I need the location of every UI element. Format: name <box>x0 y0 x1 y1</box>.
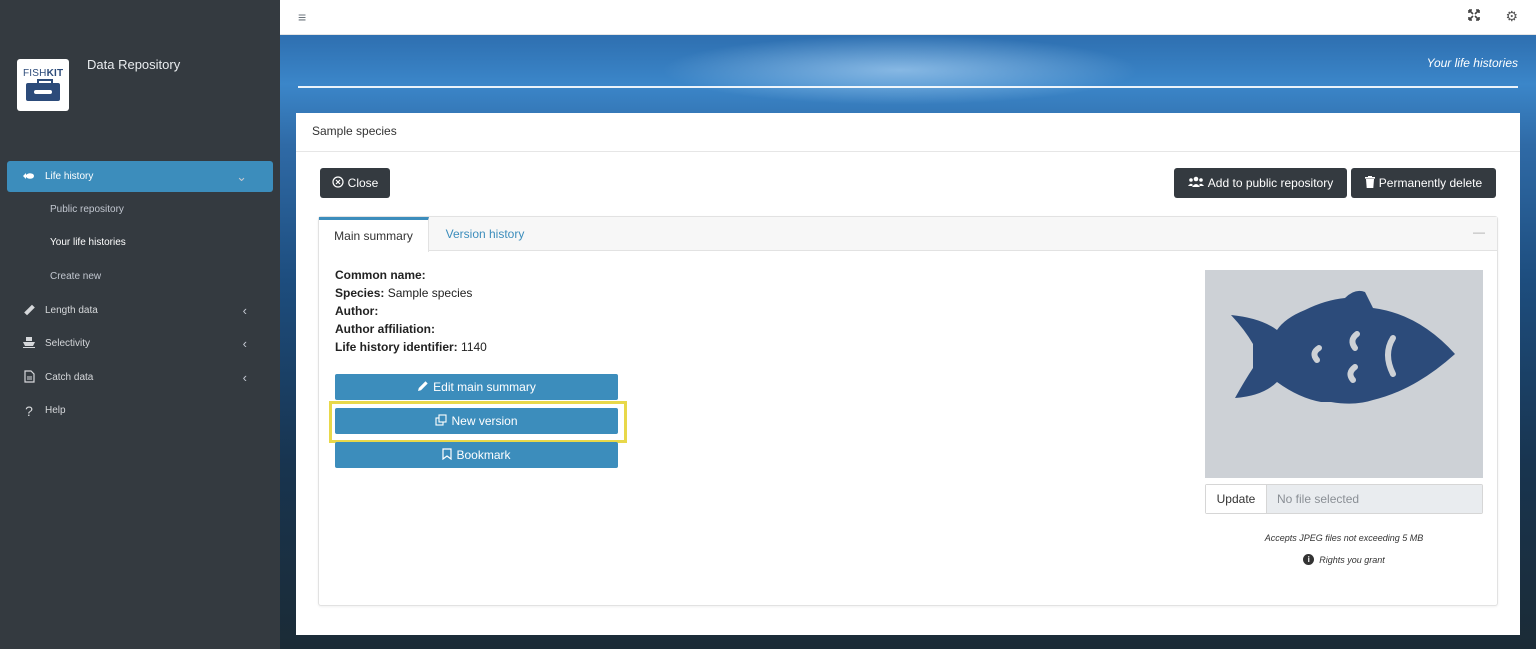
bookmark-icon <box>442 447 453 463</box>
minus-icon[interactable]: — <box>1473 225 1485 239</box>
bookmark-label: Bookmark <box>456 448 511 462</box>
card-header: Sample species <box>296 113 1520 152</box>
common-name-field: Common name: <box>335 268 426 282</box>
pencil-icon <box>417 380 429 395</box>
logo-text: FISHKIT <box>23 68 64 79</box>
tab-version-history[interactable]: Version history <box>429 217 541 251</box>
rights-label: Rights you grant <box>1319 554 1385 565</box>
app-title: Data Repository <box>87 57 181 72</box>
add-to-public-repository-button[interactable]: Add to public repository <box>1174 168 1347 198</box>
hamburger-icon[interactable]: ≡ <box>298 9 306 25</box>
topbar: ≡ ⚙ <box>280 0 1536 35</box>
file-icon <box>22 369 36 386</box>
sidebar-item-label: Length data <box>45 305 98 316</box>
close-label: Close <box>347 176 379 190</box>
sidebar-item-label: Catch data <box>45 372 94 383</box>
sidebar-item-label: Selectivity <box>45 338 91 349</box>
new-version-label: New version <box>451 414 518 428</box>
rights-link[interactable]: i Rights you grant <box>1205 554 1483 565</box>
sidebar-subitem-create-new[interactable]: Create new <box>50 271 101 282</box>
fishkit-logo[interactable]: FISHKIT <box>17 59 69 111</box>
author-affiliation-field: Author affiliation: <box>335 322 435 336</box>
tab-bar: Main summary Version history — <box>319 217 1497 252</box>
info-icon: i <box>1303 554 1315 565</box>
bookmark-button[interactable]: Bookmark <box>335 442 618 468</box>
sidebar-subitem-your-life-histories[interactable]: Your life histories <box>50 237 126 248</box>
image-upload: Update No file selected <box>1205 484 1483 514</box>
sidebar-item-length-data[interactable]: Length data ‹ <box>7 295 273 326</box>
sidebar: FISHKIT Data Repository Life history ⌄ P… <box>0 0 280 649</box>
sidebar-item-selectivity[interactable]: Selectivity ‹ <box>7 328 273 359</box>
life-history-identifier-field: Life history identifier: 1140 <box>335 340 487 354</box>
fish-icon <box>22 170 36 184</box>
author-field: Author: <box>335 304 379 318</box>
edit-main-summary-button[interactable]: Edit main summary <box>335 374 618 400</box>
sidebar-item-catch-data[interactable]: Catch data ‹ <box>7 362 273 393</box>
chevron-left-icon: ‹ <box>242 336 247 351</box>
life-history-card: Sample species Close Add to public repos… <box>296 113 1520 635</box>
close-circle-icon <box>332 175 344 191</box>
trash-icon <box>1364 175 1375 191</box>
accepts-note: Accepts JPEG files not exceeding 5 MB <box>1264 533 1424 543</box>
edit-main-summary-label: Edit main summary <box>433 380 536 394</box>
permanently-delete-button[interactable]: Permanently delete <box>1351 168 1496 198</box>
file-input[interactable]: No file selected <box>1267 485 1482 513</box>
add-to-public-repository-label: Add to public repository <box>1207 176 1334 190</box>
users-icon <box>1187 176 1204 190</box>
chevron-down-icon: ⌄ <box>236 169 247 184</box>
new-version-button[interactable]: New version <box>335 408 618 434</box>
sidebar-subitem-public-repository[interactable]: Public repository <box>50 204 124 215</box>
toolbox-icon <box>26 79 60 101</box>
permanently-delete-label: Permanently delete <box>1378 176 1483 190</box>
fish-icon <box>1231 290 1455 404</box>
species-image <box>1205 270 1483 478</box>
chevron-left-icon: ‹ <box>242 370 247 385</box>
summary-tabbox: Main summary Version history — Common na… <box>318 216 1498 606</box>
gear-icon[interactable]: ⚙ <box>1505 8 1518 25</box>
question-icon: ? <box>25 402 33 419</box>
copy-icon <box>435 413 448 429</box>
tab-main-summary[interactable]: Main summary <box>319 217 429 252</box>
sidebar-item-life-history[interactable]: Life history ⌄ <box>7 161 273 192</box>
sidebar-item-label: Help <box>45 405 66 416</box>
sidebar-item-help[interactable]: ? Help <box>7 395 273 426</box>
close-button[interactable]: Close <box>320 168 390 198</box>
ruler-icon <box>22 303 36 319</box>
card-title: Sample species <box>312 124 397 138</box>
brand: FISHKIT Data Repository <box>0 0 280 150</box>
sidebar-item-label: Life history <box>45 171 94 182</box>
page-title: Your life histories <box>1426 56 1518 70</box>
divider <box>298 86 1518 88</box>
expand-icon[interactable] <box>1468 9 1480 24</box>
banner-light <box>660 35 1140 105</box>
chevron-left-icon: ‹ <box>242 303 247 318</box>
species-field: Species: Sample species <box>335 286 473 300</box>
boat-icon <box>22 336 36 351</box>
update-button[interactable]: Update <box>1206 485 1267 513</box>
